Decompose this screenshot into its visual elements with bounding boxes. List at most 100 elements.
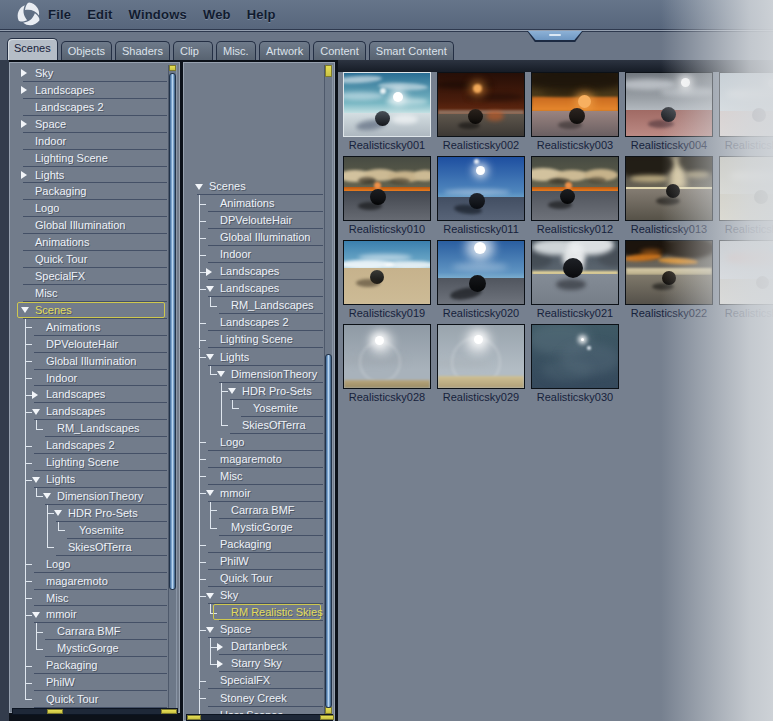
tree-item-dpveloutehair[interactable]: DPVelouteHair (185, 212, 324, 229)
expander-icon[interactable] (217, 371, 225, 377)
tree-item-landscapes[interactable]: Landscapes (185, 280, 324, 297)
tab-clip[interactable]: Clip (173, 41, 213, 60)
tree-item-space[interactable]: Space (11, 116, 168, 133)
tab-objects[interactable]: Objects (61, 41, 112, 60)
collapse-handle[interactable] (527, 31, 583, 42)
expander-icon[interactable] (217, 660, 223, 668)
tree-item-indoor[interactable]: Indoor (185, 246, 324, 263)
scrollbar-thumb[interactable] (325, 354, 332, 708)
asset-thumbnail[interactable] (625, 240, 713, 305)
expander-icon[interactable] (43, 493, 51, 499)
tree-item-landscapes[interactable]: Landscapes (11, 386, 168, 403)
tree-item-mmoir[interactable]: mmoir (11, 606, 168, 623)
tree-item-hdr-pro-sets[interactable]: HDR Pro-Sets (185, 383, 324, 400)
expander-icon[interactable] (21, 69, 27, 77)
expander-icon[interactable] (206, 627, 214, 633)
tab-smart-content[interactable]: Smart Content (369, 41, 454, 60)
expander-icon[interactable] (32, 612, 40, 618)
expander-icon[interactable] (32, 477, 40, 483)
tree-item-lights[interactable]: Lights (11, 471, 168, 488)
asset-thumbnail[interactable] (343, 324, 431, 389)
tab-shaders[interactable]: Shaders (115, 41, 170, 60)
tree-item-lighting-scene[interactable]: Lighting Scene (185, 331, 324, 348)
tree-item-mysticgorge[interactable]: MysticGorge (185, 519, 324, 536)
expander-icon[interactable] (32, 409, 40, 415)
asset-thumbnail[interactable] (437, 72, 525, 137)
tree-item-skiesofterra[interactable]: SkiesOfTerra (11, 539, 168, 556)
asset-thumbnail[interactable] (343, 72, 431, 137)
tree-item-animations[interactable]: Animations (11, 319, 168, 336)
tab-misc-[interactable]: Misc. (216, 41, 256, 60)
tree-item-hdr-pro-sets[interactable]: HDR Pro-Sets (11, 505, 168, 522)
expander-icon[interactable] (21, 307, 29, 313)
menu-web[interactable]: Web (195, 7, 239, 22)
tree-item-landscapes[interactable]: Landscapes (11, 403, 168, 420)
tab-content[interactable]: Content (313, 41, 366, 60)
asset-thumbnail[interactable] (719, 72, 773, 137)
tree-item-starry-sky[interactable]: Starry Sky (185, 655, 324, 672)
tree-item-misc[interactable]: Misc (11, 590, 168, 607)
tree-item-skiesofterra[interactable]: SkiesOfTerra (185, 417, 324, 434)
tree-item-lighting-scene[interactable]: Lighting Scene (11, 454, 168, 471)
asset-thumbnail[interactable] (625, 72, 713, 137)
tree-item-landscapes-2[interactable]: Landscapes 2 (11, 99, 168, 116)
tree-item-animations[interactable]: Animations (11, 234, 168, 251)
expander-icon[interactable] (217, 643, 223, 651)
tree-item-quick-tour[interactable]: Quick Tour (185, 570, 324, 587)
scrollbar-thumb[interactable] (169, 73, 176, 590)
tree-item-landscapes[interactable]: Landscapes (11, 82, 168, 99)
tree-item-philw[interactable]: PhilW (11, 674, 168, 691)
tree-item-global-illumination[interactable]: Global Illumination (11, 353, 168, 370)
asset-thumbnail[interactable] (437, 240, 525, 305)
asset-thumbnail[interactable] (437, 156, 525, 221)
tree-item-quick-tour[interactable]: Quick Tour (11, 691, 168, 708)
tree-item-animations[interactable]: Animations (185, 195, 324, 212)
expander-icon[interactable] (228, 388, 236, 394)
asset-thumbnail[interactable] (531, 72, 619, 137)
tree-item-rm-landscapes[interactable]: RM_Landscapes (185, 297, 324, 314)
expander-icon[interactable] (21, 171, 27, 179)
tree-item-rm-realistic-skies[interactable]: RM Realistic Skies (185, 604, 324, 621)
tree-item-dimensiontheory[interactable]: DimensionTheory (185, 366, 324, 383)
tree-item-misc[interactable]: Misc (185, 468, 324, 485)
tree-item-yosemite[interactable]: Yosemite (11, 522, 168, 539)
asset-thumbnail[interactable] (343, 240, 431, 305)
asset-thumbnail[interactable] (343, 156, 431, 221)
tree-item-dimensiontheory[interactable]: DimensionTheory (11, 488, 168, 505)
tree-item-carrara-bmf[interactable]: Carrara BMF (185, 502, 324, 519)
tree-item-magaremoto[interactable]: magaremoto (11, 573, 168, 590)
expander-icon[interactable] (32, 391, 38, 399)
tree-item-packaging[interactable]: Packaging (11, 657, 168, 674)
tree-item-lights[interactable]: Lights (11, 167, 168, 184)
expander-icon[interactable] (206, 268, 212, 276)
asset-thumbnail[interactable] (531, 240, 619, 305)
tree-item-misc[interactable]: Misc (11, 285, 168, 302)
asset-thumbnail[interactable] (531, 156, 619, 221)
menu-edit[interactable]: Edit (79, 7, 120, 22)
tree-item-landscapes-2[interactable]: Landscapes 2 (11, 437, 168, 454)
tree-item-specialfx[interactable]: SpecialFX (11, 268, 168, 285)
tree-item-rm-landscapes[interactable]: RM_Landscapes (11, 420, 168, 437)
tree-item-landscapes[interactable]: Landscapes (185, 263, 324, 280)
asset-thumbnail[interactable] (437, 324, 525, 389)
tree-item-yosemite[interactable]: Yosemite (185, 400, 324, 417)
tree-item-philw[interactable]: PhilW (185, 553, 324, 570)
expander-icon[interactable] (206, 354, 214, 360)
expander-icon[interactable] (206, 593, 214, 599)
tab-scenes[interactable]: Scenes (7, 38, 58, 60)
horizontal-scrollbar[interactable] (186, 714, 333, 721)
tree-item-scenes[interactable]: Scenes (11, 302, 168, 319)
tree-item-scenes[interactable]: Scenes (185, 178, 324, 195)
menu-help[interactable]: Help (239, 7, 284, 22)
tree-item-indoor[interactable]: Indoor (11, 370, 168, 387)
asset-thumbnail[interactable] (531, 324, 619, 389)
tree-item-logo[interactable]: Logo (11, 556, 168, 573)
tree-item-specialfx[interactable]: SpecialFX (185, 672, 324, 689)
tree-item-carrara-bmf[interactable]: Carrara BMF (11, 623, 168, 640)
tree-item-global-illumination[interactable]: Global Illumination (11, 217, 168, 234)
tree-item-indoor[interactable]: Indoor (11, 133, 168, 150)
tree-item-lights[interactable]: Lights (185, 349, 324, 366)
tab-artwork[interactable]: Artwork (259, 41, 310, 60)
tree-item-packaging[interactable]: Packaging (185, 536, 324, 553)
asset-thumbnail[interactable] (719, 156, 773, 221)
